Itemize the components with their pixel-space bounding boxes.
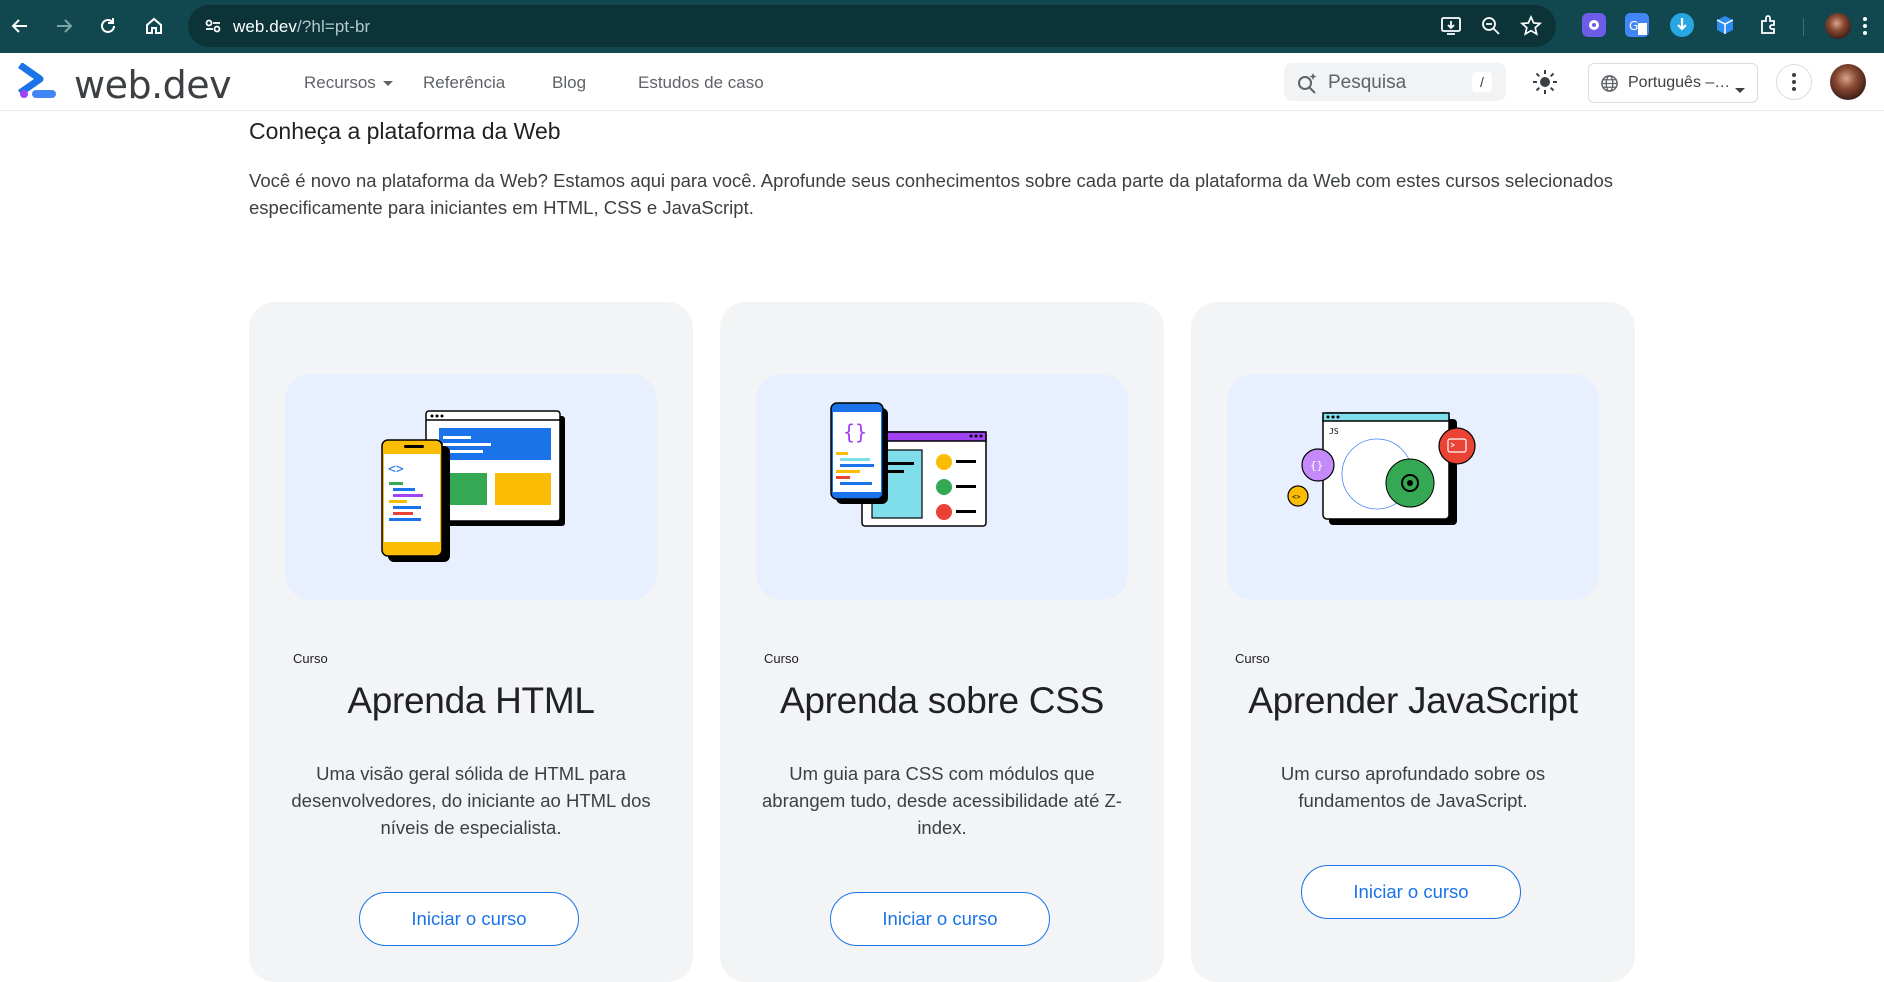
more-vert-icon[interactable] bbox=[1776, 64, 1812, 100]
card-eyebrow: Curso bbox=[293, 651, 328, 666]
search-spark-icon bbox=[1296, 72, 1318, 99]
svg-text:{}: {} bbox=[843, 420, 867, 444]
card-description: Um guia para CSS com módulos que abrange… bbox=[762, 763, 1122, 838]
nav-estudos-de-caso[interactable]: Estudos de caso bbox=[638, 73, 764, 93]
css-illustration: {} bbox=[756, 374, 1128, 600]
svg-text:JS: JS bbox=[1329, 427, 1339, 436]
chrome-menu-icon[interactable] bbox=[1862, 14, 1868, 43]
globe-icon bbox=[1600, 74, 1619, 98]
nav-referencia[interactable]: Referência bbox=[423, 73, 505, 93]
avatar[interactable] bbox=[1830, 64, 1866, 100]
language-selector[interactable]: Português –… bbox=[1588, 63, 1758, 103]
search-shortcut-key: / bbox=[1472, 72, 1492, 92]
card-eyebrow: Curso bbox=[764, 651, 799, 666]
bookmark-star-icon[interactable] bbox=[1519, 14, 1543, 37]
url-text: web.dev/?hl=pt-br bbox=[233, 17, 370, 37]
box-extension-icon[interactable] bbox=[1713, 13, 1737, 37]
forward-arrow-icon[interactable] bbox=[50, 10, 78, 42]
url-path: /?hl=pt-br bbox=[297, 17, 371, 36]
site-header: web.dev Recursos Referência Blog Estudos… bbox=[0, 53, 1884, 111]
language-label: Português –… bbox=[1628, 74, 1731, 91]
translate-extension-icon[interactable]: G bbox=[1625, 13, 1649, 37]
reload-icon[interactable] bbox=[94, 10, 122, 42]
install-app-icon[interactable] bbox=[1440, 15, 1462, 37]
site-settings-icon[interactable] bbox=[202, 15, 224, 37]
logo-text[interactable]: web.dev bbox=[74, 63, 232, 107]
start-course-button[interactable]: Iniciar o curso bbox=[830, 892, 1050, 946]
nav-recursos[interactable]: Recursos bbox=[304, 73, 394, 93]
zoom-icon[interactable] bbox=[1480, 15, 1502, 37]
html-illustration: <> bbox=[285, 374, 657, 600]
card-title[interactable]: Aprenda sobre CSS bbox=[720, 680, 1164, 722]
nav-blog[interactable]: Blog bbox=[552, 73, 586, 93]
address-bar[interactable]: web.dev/?hl=pt-br bbox=[188, 5, 1556, 47]
svg-text:G: G bbox=[1629, 19, 1638, 33]
toolbar-divider bbox=[1803, 18, 1804, 36]
back-arrow-icon[interactable] bbox=[6, 10, 34, 42]
webdev-logo-icon[interactable] bbox=[17, 62, 58, 106]
card-title[interactable]: Aprender JavaScript bbox=[1191, 680, 1635, 722]
chevron-down-icon bbox=[1735, 81, 1745, 99]
card-title[interactable]: Aprenda HTML bbox=[249, 680, 693, 722]
theme-toggle-icon[interactable] bbox=[1532, 69, 1558, 100]
course-card-javascript: JS {} <> Curso Aprender JavaScript Um cu… bbox=[1191, 302, 1635, 982]
course-card-html: <> Curso Aprenda HTML Uma visão geral só… bbox=[249, 302, 693, 982]
profile-avatar[interactable] bbox=[1825, 13, 1851, 39]
svg-text:{}: {} bbox=[1310, 459, 1323, 472]
javascript-illustration: JS {} <> bbox=[1227, 374, 1599, 600]
course-card-css: {} Curso Aprenda sobre CSS Um guia para … bbox=[720, 302, 1164, 982]
nav-recursos-label: Recursos bbox=[304, 73, 376, 92]
chevron-down-icon bbox=[382, 80, 393, 86]
svg-text:<>: <> bbox=[1292, 493, 1300, 501]
section-title: Conheça a plataforma da Web bbox=[249, 118, 561, 144]
search-box[interactable]: Pesquisa / bbox=[1284, 63, 1506, 101]
home-icon[interactable] bbox=[140, 10, 168, 42]
card-description: Um curso aprofundado sobre os fundamento… bbox=[1280, 763, 1546, 811]
browser-toolbar: web.dev/?hl=pt-br G bbox=[0, 0, 1884, 53]
intro-paragraph: Você é novo na plataforma da Web? Estamo… bbox=[249, 170, 1613, 218]
extension-icon-1[interactable] bbox=[1582, 13, 1606, 37]
start-course-button[interactable]: Iniciar o curso bbox=[1301, 865, 1521, 919]
card-eyebrow: Curso bbox=[1235, 651, 1270, 666]
svg-text:<>: <> bbox=[388, 462, 404, 477]
url-host: web.dev bbox=[233, 17, 298, 36]
card-description: Uma visão geral sólida de HTML para dese… bbox=[291, 763, 651, 838]
download-extension-icon[interactable] bbox=[1670, 13, 1694, 37]
search-placeholder: Pesquisa bbox=[1328, 72, 1407, 93]
start-course-button[interactable]: Iniciar o curso bbox=[359, 892, 579, 946]
extensions-icon[interactable] bbox=[1757, 13, 1781, 37]
